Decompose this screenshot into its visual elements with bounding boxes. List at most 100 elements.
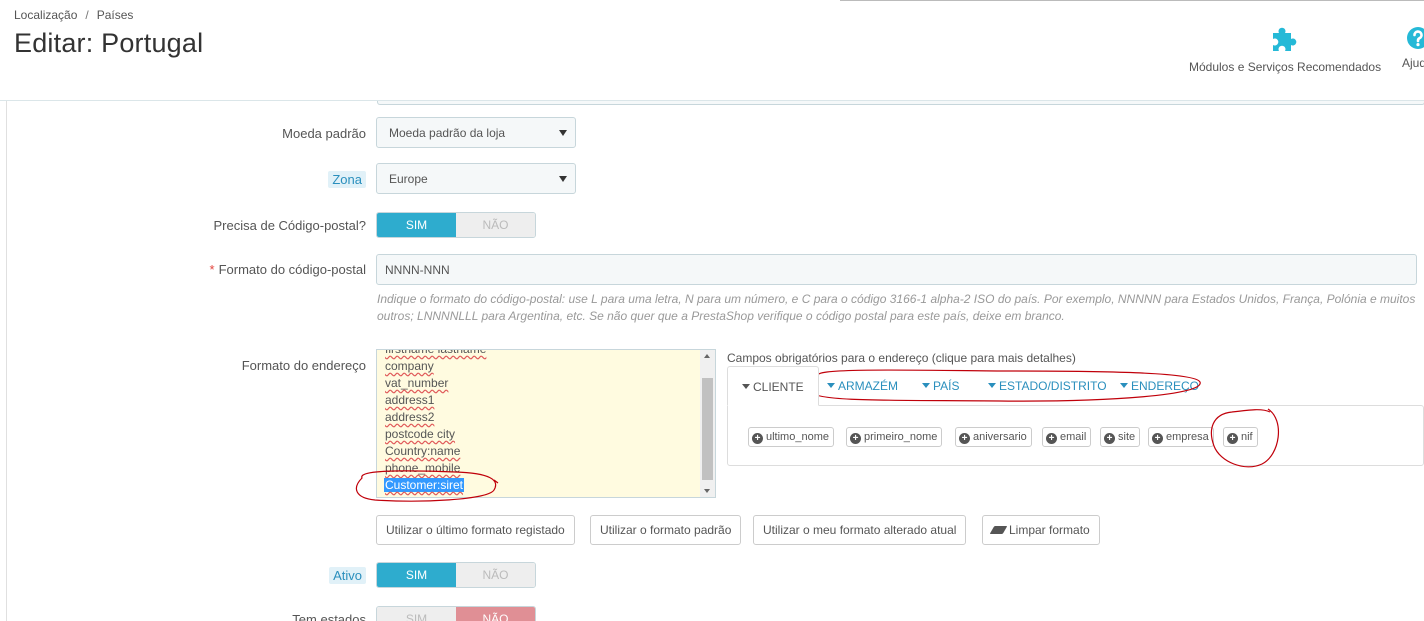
clear-format-button[interactable]: Limpar formato — [982, 515, 1100, 545]
required-mark: * — [209, 262, 215, 277]
chip-label: primeiro_nome — [864, 431, 938, 443]
zone-select[interactable]: Europe — [376, 163, 576, 194]
plus-circle-icon: + — [1152, 433, 1163, 444]
active-label: Ativo — [329, 567, 366, 584]
tab-pais[interactable]: PAÍS — [922, 366, 959, 406]
zip-format-label-text: Formato do código-postal — [218, 262, 366, 277]
address-format-label: Formato do endereço — [241, 358, 366, 373]
field-chip-ultimo-nome[interactable]: + ultimo_nome — [748, 427, 834, 447]
page-title: Editar: Portugal — [14, 28, 204, 58]
zip-format-label: * Formato do código-postal — [210, 262, 366, 277]
chip-label: empresa — [1166, 431, 1209, 443]
zone-label: Zona — [328, 171, 366, 188]
scrollbar-thumb[interactable] — [702, 378, 713, 480]
field-chip-primeiro-nome[interactable]: + primeiro_nome — [846, 427, 943, 447]
help-icon — [1407, 27, 1424, 49]
clear-format-label: Limpar formato — [1009, 523, 1090, 537]
tab-label: CLIENTE — [753, 380, 804, 394]
chip-label: site — [1118, 431, 1136, 443]
breadcrumb: Localização / Países — [14, 8, 133, 22]
use-last-format-button[interactable]: Utilizar o último formato registado — [376, 515, 575, 545]
active-yes[interactable]: SIM — [377, 563, 456, 587]
needs-zip-switch[interactable]: SIM NÃO — [376, 212, 536, 238]
has-states-label: Tem estados — [292, 612, 366, 621]
field-chip-aniversario[interactable]: + aniversario — [955, 427, 1032, 447]
zone-select-value: Europe — [389, 172, 428, 186]
eraser-icon — [989, 526, 1008, 534]
active-switch[interactable]: SIM NÃO — [376, 562, 536, 588]
caret-down-icon — [559, 176, 567, 182]
plus-circle-icon: + — [1227, 433, 1238, 444]
active-no[interactable]: NÃO — [456, 563, 535, 587]
required-fields-pane: + ultimo_nome + primeiro_nome + aniversario… — [727, 405, 1424, 466]
breadcrumb-separator: / — [85, 8, 89, 22]
tab-label: ARMAZÉM — [838, 379, 898, 393]
zip-format-help: Indique o formato do código-postal: use … — [377, 292, 1416, 323]
currency-label: Moeda padrão — [282, 126, 366, 141]
address-line: company — [385, 359, 434, 373]
plus-circle-icon: + — [959, 433, 970, 444]
zip-format-input[interactable]: NNNN-NNN — [376, 254, 1417, 285]
puzzle-icon — [1273, 27, 1297, 51]
plus-circle-icon: + — [752, 433, 763, 444]
has-states-yes[interactable]: SIM — [377, 607, 456, 621]
previous-field-edge — [377, 101, 1424, 105]
scroll-up-icon[interactable] — [704, 354, 710, 358]
modules-services-button[interactable]: Módulos e Serviços Recomendados — [1189, 26, 1381, 74]
tab-cliente[interactable]: CLIENTE — [727, 366, 819, 406]
modules-services-label: Módulos e Serviços Recomendados — [1189, 60, 1382, 74]
zone-label-text[interactable]: Zona — [328, 171, 366, 188]
has-states-no[interactable]: NÃO — [456, 607, 535, 621]
address-line: address2 — [385, 410, 435, 424]
help-button[interactable]: Ajuda — [1402, 26, 1424, 70]
caret-down-icon — [922, 383, 930, 388]
chip-label: aniversario — [973, 431, 1027, 443]
caret-down-icon — [559, 130, 567, 136]
breadcrumb-item-paises[interactable]: Países — [97, 8, 134, 22]
selected-text: Customer:siret — [384, 478, 465, 492]
needs-zip-no[interactable]: NÃO — [456, 213, 535, 237]
address-line: Country:name — [385, 444, 461, 458]
chip-label: nif — [1241, 431, 1253, 443]
tab-endereco[interactable]: ENDEREÇO — [1120, 366, 1199, 406]
field-chip-empresa[interactable]: + empresa — [1148, 427, 1214, 447]
caret-down-icon — [988, 383, 996, 388]
tab-armazem[interactable]: ARMAZÉM — [827, 366, 898, 406]
currency-select-value: Moeda padrão da loja — [389, 126, 506, 140]
tab-label: ENDEREÇO — [1131, 379, 1200, 393]
needs-zip-label: Precisa de Código-postal? — [213, 218, 366, 233]
address-format-lines: firstname lastname company vat_number ad… — [384, 349, 487, 494]
needs-zip-yes[interactable]: SIM — [377, 213, 456, 237]
plus-circle-icon: + — [850, 433, 861, 444]
scroll-down-icon[interactable] — [704, 489, 710, 493]
tab-label: ESTADO/DISTRITO — [999, 379, 1107, 393]
tab-label: PAÍS — [933, 379, 960, 393]
breadcrumb-item-localizacao[interactable]: Localização — [14, 8, 77, 22]
help-label: Ajuda — [1402, 56, 1424, 70]
textarea-scrollbar[interactable] — [700, 350, 715, 497]
caret-down-icon — [827, 383, 835, 388]
address-line: vat_number — [385, 376, 449, 390]
country-form-panel: Moeda padrão Moeda padrão da loja Zona E… — [6, 101, 1424, 621]
chip-label: ultimo_nome — [766, 431, 829, 443]
address-line: firstname lastname — [385, 349, 487, 356]
plus-circle-icon: + — [1104, 433, 1115, 444]
address-line: address1 — [385, 393, 435, 407]
address-line: phone_mobile — [385, 461, 461, 475]
has-states-switch[interactable]: SIM NÃO — [376, 606, 536, 621]
address-line-selected: Customer:siret — [384, 477, 486, 494]
use-current-format-button[interactable]: Utilizar o meu formato alterado atual — [753, 515, 967, 545]
use-default-format-button[interactable]: Utilizar o formato padrão — [590, 515, 742, 545]
address-line: postcode city — [385, 427, 456, 441]
tab-estado-distrito[interactable]: ESTADO/DISTRITO — [988, 366, 1107, 406]
field-chip-site[interactable]: + site — [1100, 427, 1141, 447]
field-chip-email[interactable]: + email — [1042, 427, 1092, 447]
caret-down-icon — [1120, 383, 1128, 388]
required-fields-title: Campos obrigatórios para o endereço (cli… — [727, 351, 1076, 365]
currency-select[interactable]: Moeda padrão da loja — [376, 117, 576, 148]
address-format-textarea[interactable]: firstname lastname company vat_number ad… — [376, 349, 716, 498]
field-chip-nif[interactable]: + nif — [1223, 427, 1258, 447]
active-label-text[interactable]: Ativo — [329, 567, 366, 584]
page-header: Localização / Países Editar: Portugal Módu… — [0, 0, 1424, 101]
caret-down-icon — [742, 384, 750, 389]
